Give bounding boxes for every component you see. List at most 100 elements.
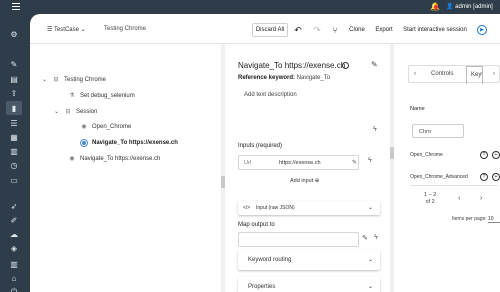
sequence-icon: ⊟ bbox=[53, 77, 59, 83]
tree-node-open-chrome[interactable]: ◉ Open_Chrome bbox=[80, 123, 132, 131]
url-value[interactable]: https://exense.ch bbox=[279, 160, 321, 166]
lightning-icon[interactable]: ϟ bbox=[373, 126, 377, 133]
clock-icon[interactable]: ◷ bbox=[8, 159, 20, 171]
list-icon[interactable]: ☰ bbox=[8, 117, 20, 129]
url-input-row[interactable]: Url https://exense.ch ✎ bbox=[238, 155, 359, 170]
next-page-icon[interactable]: › bbox=[480, 195, 482, 202]
map-output-header: Map output to bbox=[238, 222, 275, 228]
file-text-icon[interactable]: ▦ bbox=[8, 131, 20, 143]
items-per-page-label: Items per page: bbox=[452, 216, 487, 222]
properties-label: Properties bbox=[248, 284, 276, 290]
type-select[interactable]: ☰ TestCase ⌄ bbox=[47, 26, 86, 33]
folder-icon[interactable]: ▭ bbox=[8, 174, 20, 186]
list-item[interactable]: Open_Chrome bbox=[410, 152, 472, 158]
chevron-left-icon[interactable]: ‹ bbox=[414, 71, 416, 77]
node-title: Navigate_To https://exense.ch bbox=[238, 61, 346, 70]
edit-icon[interactable]: ✎ bbox=[352, 159, 357, 166]
tree-node-label: Open_Chrome bbox=[92, 123, 132, 130]
list-item[interactable]: Open_Chrome_Advanced bbox=[410, 174, 472, 180]
rocket-icon[interactable]: ➶ bbox=[8, 200, 20, 212]
splitter-handle[interactable] bbox=[390, 147, 394, 159]
redo-icon[interactable]: ↷ bbox=[311, 23, 323, 37]
user-menu[interactable]: 👤 admin [admin] bbox=[446, 3, 493, 10]
user-icon: 👤 bbox=[446, 4, 454, 10]
edit-icon[interactable]: ✎ bbox=[362, 234, 368, 242]
lightning-icon[interactable]: ϟ bbox=[368, 157, 372, 164]
url-label: Url bbox=[244, 160, 252, 166]
keyword-routing-section[interactable]: Keyword routing ⌄ bbox=[238, 250, 380, 270]
right-panel: ‹ Controls Keywords › Name Chro Open_Chr… bbox=[396, 44, 500, 292]
cloud-icon[interactable]: ☁ bbox=[8, 228, 20, 240]
play-icon[interactable]: ▶ bbox=[477, 25, 487, 35]
tab-controls[interactable]: Controls bbox=[431, 71, 453, 77]
doc-lines-icon[interactable]: ▥ bbox=[8, 145, 20, 157]
node-detail-panel: Navigate_To https://exense.ch ✎ Referenc… bbox=[226, 44, 389, 292]
plus-icon: ⊕ bbox=[314, 178, 320, 184]
splitter-handle[interactable] bbox=[221, 176, 225, 188]
variable-icon: ⚗ bbox=[69, 93, 75, 99]
tree-node-label: Navigate_To https://exense.ch bbox=[80, 155, 161, 162]
merge-icon[interactable]: ⑂ bbox=[329, 23, 341, 37]
tree-node-navigate-2[interactable]: ◉ Navigate_To https://exense.ch bbox=[68, 155, 161, 163]
chevron-down-icon[interactable]: ⌄ bbox=[42, 76, 48, 83]
home-icon[interactable]: ⌂ bbox=[8, 272, 20, 284]
cube-icon[interactable]: ◈ bbox=[8, 242, 20, 254]
properties-section[interactable]: Properties ⌄ bbox=[238, 277, 380, 292]
stats-icon[interactable]: ▥ bbox=[8, 258, 20, 270]
menu-icon[interactable] bbox=[12, 3, 20, 10]
file-icon[interactable]: ▮ bbox=[6, 101, 22, 115]
items-per-page-select[interactable]: 10 ▾ bbox=[488, 216, 500, 223]
keyword-routing-label: Keyword routing bbox=[248, 257, 292, 263]
document-icon[interactable]: ▤ bbox=[8, 73, 20, 85]
notification-badge bbox=[434, 5, 438, 9]
add-icon[interactable]: + bbox=[492, 151, 500, 159]
tab-keywords[interactable]: Keywords bbox=[466, 66, 483, 84]
export-button[interactable]: Export bbox=[372, 23, 396, 37]
clone-button[interactable]: Clone bbox=[346, 23, 368, 37]
reference-keyword-value[interactable]: Navigate_To bbox=[297, 75, 330, 81]
keyword-icon: ◉ bbox=[69, 156, 75, 162]
tree-node-root[interactable]: ⌄ ⊟ Testing Chrome bbox=[42, 76, 107, 84]
add-icon[interactable]: + bbox=[492, 173, 500, 181]
map-output-input[interactable] bbox=[238, 232, 359, 247]
plan-title: Testing Chrome bbox=[104, 26, 147, 32]
discard-all-button[interactable]: Discard All bbox=[252, 23, 288, 37]
panel-tabs: ‹ Controls Keywords › bbox=[408, 65, 500, 84]
help-icon[interactable]: ? bbox=[480, 173, 488, 181]
paginator-range-line1: 1 – 2 bbox=[424, 192, 437, 198]
tree-node-label: Testing Chrome bbox=[64, 76, 107, 83]
plug-icon[interactable]: ⏻ bbox=[8, 286, 20, 292]
add-text-description[interactable]: Add text description bbox=[238, 87, 380, 103]
add-input-button[interactable]: Add input ⊕ bbox=[290, 178, 319, 184]
type-select-value: TestCase bbox=[53, 27, 79, 33]
raw-json-label: Input (raw JSON) bbox=[256, 205, 295, 211]
tree-node-label: Set debug_selenium bbox=[80, 92, 135, 99]
previous-page-icon[interactable]: ‹ bbox=[458, 195, 460, 202]
top-bar: 🔔 👤 admin [admin] bbox=[0, 0, 500, 14]
list-item-actions: ? + bbox=[480, 151, 500, 159]
chevron-right-icon[interactable]: › bbox=[493, 71, 495, 77]
help-icon[interactable]: ? bbox=[480, 151, 488, 159]
gear-icon[interactable]: ⚙ bbox=[8, 28, 20, 40]
lightning-icon[interactable]: ϟ bbox=[374, 234, 378, 241]
reference-keyword-label: Reference keyword: bbox=[238, 75, 296, 81]
raw-json-section[interactable]: </> Input (raw JSON) ⌄ bbox=[238, 201, 380, 215]
notification-bell-icon[interactable]: 🔔 bbox=[430, 2, 440, 11]
sidebar: ⚙ ✎ ▤ ⇪ ▮ ☰ ▦ ▥ ◷ ▭ ➶ ✐ ☁ ◈ ▥ ⌂ ⏻ bbox=[0, 14, 28, 292]
start-interactive-session-button[interactable]: Start interactive session bbox=[400, 23, 470, 37]
chevron-down-icon[interactable]: ⌄ bbox=[54, 108, 60, 115]
tree-splitter[interactable] bbox=[221, 44, 225, 292]
toolbar: ☰ TestCase ⌄ Testing Chrome Discard All … bbox=[30, 14, 500, 44]
edit-icon[interactable]: ✎ bbox=[8, 58, 20, 70]
tree-node-set-debug[interactable]: ⚗ Set debug_selenium bbox=[68, 92, 135, 100]
keyword-search-input[interactable]: Chro bbox=[412, 124, 464, 138]
status-circle-icon[interactable] bbox=[342, 62, 349, 69]
tree-node-session[interactable]: ⌄ ⊟ Session bbox=[54, 108, 97, 116]
upload-icon[interactable]: ⇪ bbox=[8, 87, 20, 99]
tree-node-navigate-selected[interactable]: Navigate_To https://exense.ch bbox=[80, 139, 178, 147]
brush-icon[interactable]: ✐ bbox=[8, 214, 20, 226]
keyword-icon: ◉ bbox=[81, 124, 87, 130]
undo-icon[interactable]: ↶ bbox=[292, 23, 304, 37]
edit-icon[interactable]: ✎ bbox=[371, 60, 378, 69]
right-panel-splitter[interactable] bbox=[390, 44, 394, 292]
